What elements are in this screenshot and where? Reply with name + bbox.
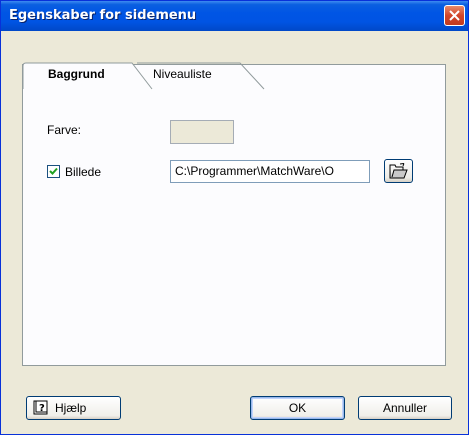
help-book-icon: ? — [33, 400, 48, 415]
color-swatch[interactable] — [170, 120, 234, 144]
cancel-button-label: Annuller — [382, 401, 428, 415]
window-title: Egenskaber for sidemenu — [9, 8, 197, 23]
help-button-label: Hjælp — [55, 401, 87, 415]
tab-panel — [22, 64, 446, 366]
image-checkbox-label: Billede — [65, 165, 102, 179]
svg-text:?: ? — [39, 403, 45, 414]
image-checkbox[interactable] — [47, 165, 60, 178]
cancel-button[interactable]: Annuller — [358, 396, 452, 420]
ok-button-label: OK — [288, 401, 307, 415]
close-icon — [449, 10, 460, 21]
tab-niveauliste-label: Niveauliste — [153, 67, 212, 81]
open-folder-icon — [389, 163, 408, 179]
title-bar[interactable]: Egenskaber for sidemenu — [1, 1, 468, 31]
tab-niveauliste[interactable]: Niveauliste — [140, 62, 250, 86]
checkmark-icon — [49, 167, 58, 175]
color-label: Farve: — [47, 123, 82, 137]
close-button[interactable] — [444, 5, 465, 26]
image-path-input[interactable]: C:\Programmer\MatchWare\O — [170, 160, 370, 183]
ok-button[interactable]: OK — [250, 396, 345, 420]
tab-baggrund[interactable]: Baggrund — [24, 62, 140, 86]
browse-folder-button[interactable] — [384, 159, 413, 183]
help-button[interactable]: ? Hjælp — [26, 396, 121, 420]
tab-baggrund-label: Baggrund — [48, 67, 105, 81]
